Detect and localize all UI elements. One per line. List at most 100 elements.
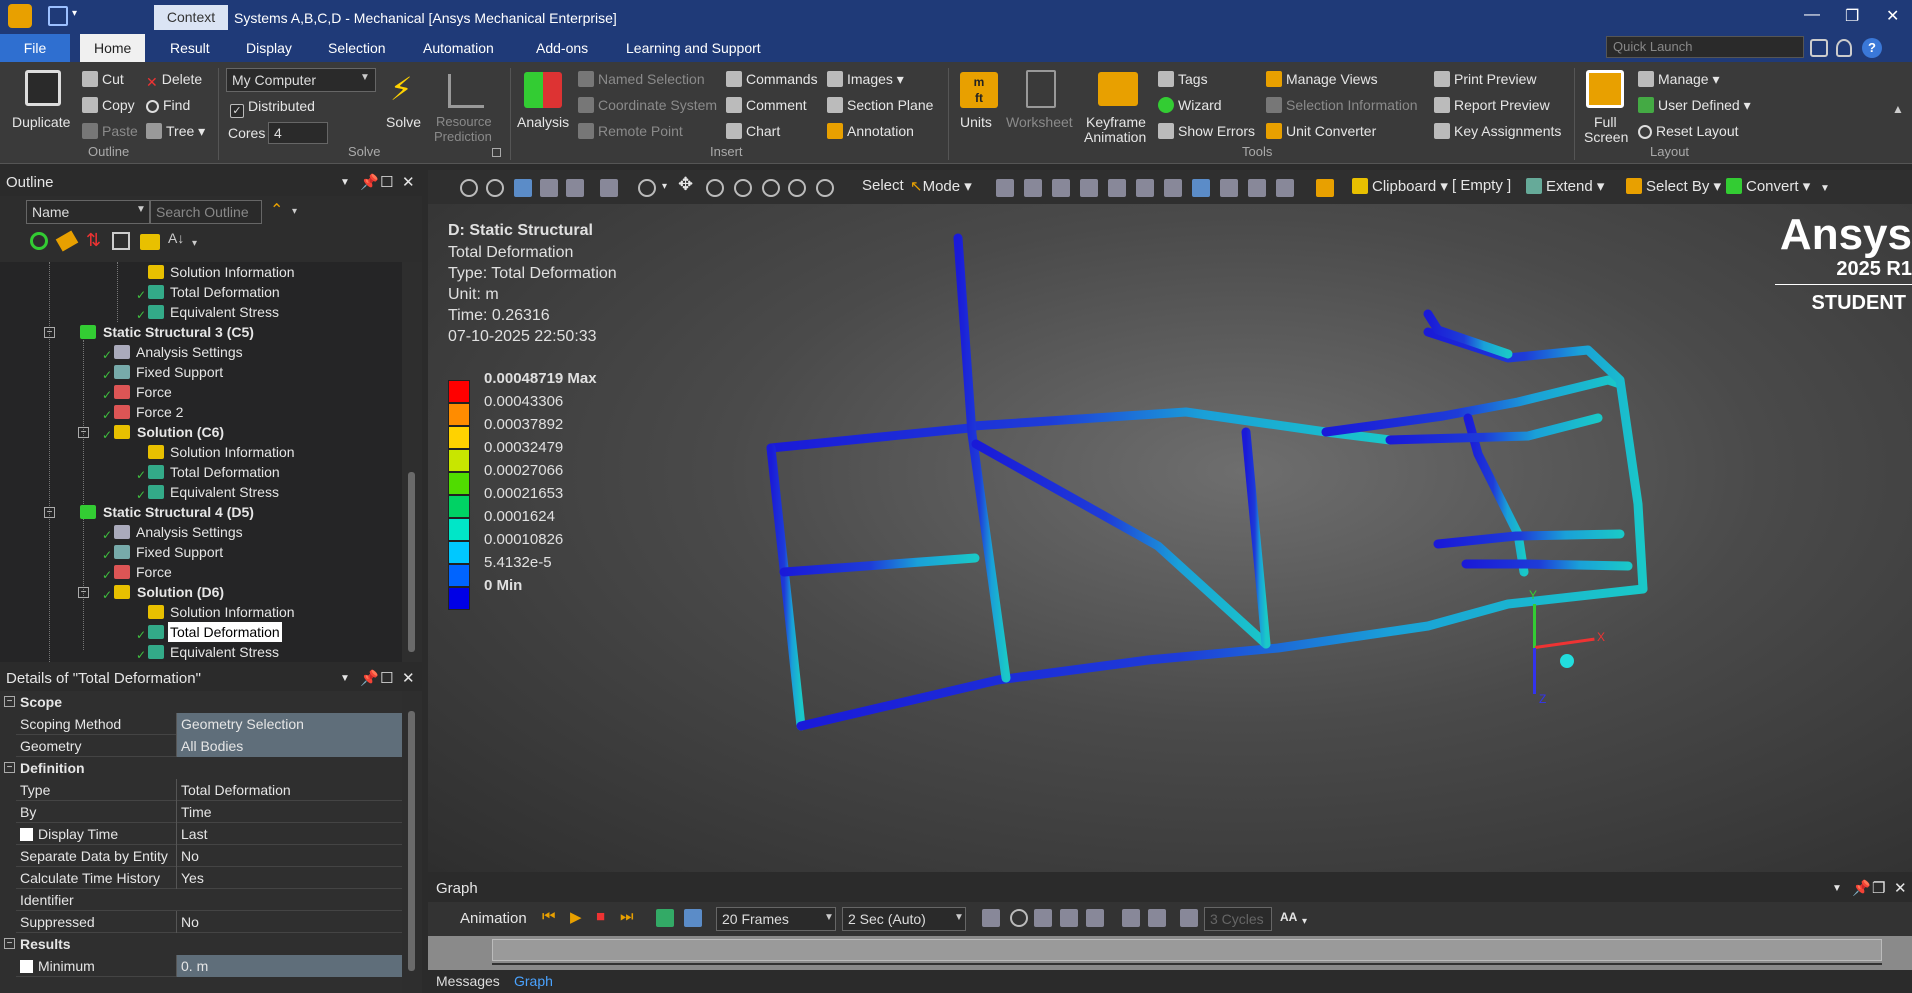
sort-icon[interactable]: ⇅ xyxy=(86,230,101,251)
details-row-identifier[interactable]: Identifier xyxy=(16,889,402,911)
tabular-data-icon[interactable] xyxy=(1060,909,1078,927)
rotate-dropdown-icon[interactable]: ▾ xyxy=(662,181,667,192)
units-icon[interactable]: m ft xyxy=(960,72,998,108)
tab-add-ons[interactable]: Add-ons xyxy=(522,34,602,62)
outline-scrollbar[interactable] xyxy=(402,262,422,662)
annotation-button[interactable]: Annotation xyxy=(827,123,914,139)
previous-view-icon[interactable] xyxy=(816,179,834,197)
tree-node-fixed-support[interactable]: Fixed Support xyxy=(136,362,223,382)
named-selection-button[interactable]: Named Selection xyxy=(578,71,705,87)
section-plane-button[interactable]: Section Plane xyxy=(827,97,933,113)
wireframe-view-icon[interactable] xyxy=(566,179,584,197)
box-zoom-icon[interactable] xyxy=(734,179,752,197)
collapse-toggle[interactable]: − xyxy=(4,762,15,773)
tree-node-equivalent-stress[interactable]: Equivalent Stress xyxy=(170,642,279,662)
select-by-button[interactable]: Select By ▾ xyxy=(1626,177,1721,195)
close-panel-icon[interactable]: ✕ xyxy=(402,667,415,691)
refresh-icon[interactable] xyxy=(30,232,48,250)
select-node-icon[interactable] xyxy=(1108,179,1126,197)
tree-node-solution-d6[interactable]: Solution (D6) xyxy=(137,582,224,602)
triad-center-sphere[interactable] xyxy=(1560,654,1574,668)
shaded-view-icon[interactable] xyxy=(540,179,558,197)
unit-converter-button[interactable]: Unit Converter xyxy=(1266,123,1376,139)
keyframe-animation-button-line2[interactable]: Animation xyxy=(1084,129,1146,145)
solve-button[interactable]: Solve xyxy=(386,114,421,130)
collapse-toggle[interactable]: − xyxy=(44,327,55,338)
pan-icon[interactable]: ✥ xyxy=(678,174,693,195)
panel-menu-icon[interactable]: ▼ xyxy=(340,667,350,691)
worksheet-button[interactable]: Worksheet xyxy=(1006,114,1073,130)
pin-icon[interactable]: 📌 xyxy=(360,170,379,196)
print-preview-button[interactable]: Print Preview xyxy=(1434,71,1536,87)
outline-name-filter[interactable]: Name xyxy=(26,200,150,224)
tab-display[interactable]: Display xyxy=(232,34,306,62)
details-row-by[interactable]: By Time xyxy=(16,801,402,823)
selection-information-button[interactable]: Selection Information xyxy=(1266,97,1418,113)
collapse-toggle[interactable]: − xyxy=(4,938,15,949)
coordinate-system-button[interactable]: Coordinate System xyxy=(578,97,717,113)
resource-prediction-icon[interactable] xyxy=(448,74,484,108)
file-tab[interactable]: File xyxy=(0,34,70,62)
pin-icon[interactable]: 📌 xyxy=(360,667,379,691)
chart-type-icon[interactable] xyxy=(1180,909,1198,927)
tab-result[interactable]: Result xyxy=(156,34,224,62)
tree-node-equivalent-stress[interactable]: Equivalent Stress xyxy=(170,302,279,322)
export-video-icon[interactable] xyxy=(982,909,1000,927)
collapse-ribbon-icon[interactable]: ▲ xyxy=(1892,102,1904,116)
extend-button[interactable]: Extend ▾ xyxy=(1526,177,1604,195)
restore-icon[interactable]: ❐ xyxy=(1845,6,1859,26)
show-vertices-icon[interactable] xyxy=(600,179,618,197)
close-icon[interactable]: ✕ xyxy=(1886,6,1899,26)
graphics-viewport[interactable]: D: Static Structural Total Deformation T… xyxy=(428,204,1912,872)
tree-node-equivalent-stress[interactable]: Equivalent Stress xyxy=(170,482,279,502)
row-value[interactable]: Total Deformation xyxy=(176,779,402,801)
copy-button[interactable]: Copy xyxy=(82,97,135,113)
collapse-toggle[interactable]: − xyxy=(78,587,89,598)
details-row-scoping-method[interactable]: Scoping Method Geometry Selection xyxy=(16,713,402,735)
details-scrollbar[interactable] xyxy=(402,691,422,993)
play-icon[interactable]: ▶ xyxy=(570,908,582,926)
view-cube-icon[interactable] xyxy=(514,179,532,197)
key-assignments-button[interactable]: Key Assignments xyxy=(1434,123,1561,139)
graph-options-icon[interactable] xyxy=(1086,909,1104,927)
tree-node-analysis-settings[interactable]: Analysis Settings xyxy=(136,342,243,362)
select-element-icon[interactable] xyxy=(1164,179,1182,197)
collapse-toggle[interactable]: − xyxy=(4,696,15,707)
search-up-icon[interactable]: ⌃ xyxy=(270,200,283,220)
result-sets-icon[interactable] xyxy=(684,909,702,927)
tree-button[interactable]: Tree ▾ xyxy=(146,123,205,140)
distributed-checkbox[interactable]: ✓ Distributed xyxy=(230,98,315,118)
full-screen-button-line1[interactable]: Full xyxy=(1594,114,1617,130)
tree-node-total-deformation[interactable]: Total Deformation xyxy=(170,282,280,302)
tree-node-solution-information[interactable]: Solution Information xyxy=(170,262,295,282)
zoom-to-fit-icon[interactable] xyxy=(762,179,780,197)
select-element-face-icon[interactable] xyxy=(1136,179,1154,197)
chevron-down-icon[interactable]: ▾ xyxy=(192,238,197,249)
tab-messages[interactable]: Messages xyxy=(436,970,500,993)
antialiasing-dropdown-icon[interactable]: ▾ xyxy=(1302,916,1307,927)
collapse-toggle[interactable]: − xyxy=(78,427,89,438)
report-preview-button[interactable]: Report Preview xyxy=(1434,97,1550,113)
show-errors-button[interactable]: Show Errors xyxy=(1158,123,1255,139)
worksheet-icon[interactable] xyxy=(1026,70,1056,108)
tab-selection[interactable]: Selection xyxy=(314,34,400,62)
display-time-checkbox[interactable] xyxy=(20,828,33,841)
search-outline-input[interactable]: Search Outline xyxy=(150,200,262,224)
close-panel-icon[interactable]: ✕ xyxy=(402,170,415,196)
dialog-launcher-icon[interactable] xyxy=(492,148,501,157)
delete-button[interactable]: ✕ Delete xyxy=(146,71,202,90)
keyframe-animation-button-line1[interactable]: Keyframe xyxy=(1086,114,1146,130)
tree-node-total-deformation-selected[interactable]: Total Deformation xyxy=(168,622,282,642)
sort-alpha-icon[interactable]: A↓ xyxy=(168,230,184,246)
reset-layout-button[interactable]: Reset Layout xyxy=(1638,123,1739,139)
quick-launch-input[interactable]: Quick Launch xyxy=(1606,36,1804,58)
select-mode-button[interactable]: ↖Mode ▾ xyxy=(910,177,972,195)
chassis-frame-model[interactable] xyxy=(428,204,1912,872)
select-vertex-icon[interactable] xyxy=(996,179,1014,197)
maximize-icon[interactable]: ☐ xyxy=(380,170,393,196)
folder-icon[interactable] xyxy=(140,234,160,250)
user-defined-button[interactable]: User Defined ▾ xyxy=(1638,97,1751,114)
help-icon[interactable]: ? xyxy=(1862,38,1882,58)
scrollbar-thumb[interactable] xyxy=(408,472,415,652)
select-comment-icon[interactable] xyxy=(1276,179,1294,197)
